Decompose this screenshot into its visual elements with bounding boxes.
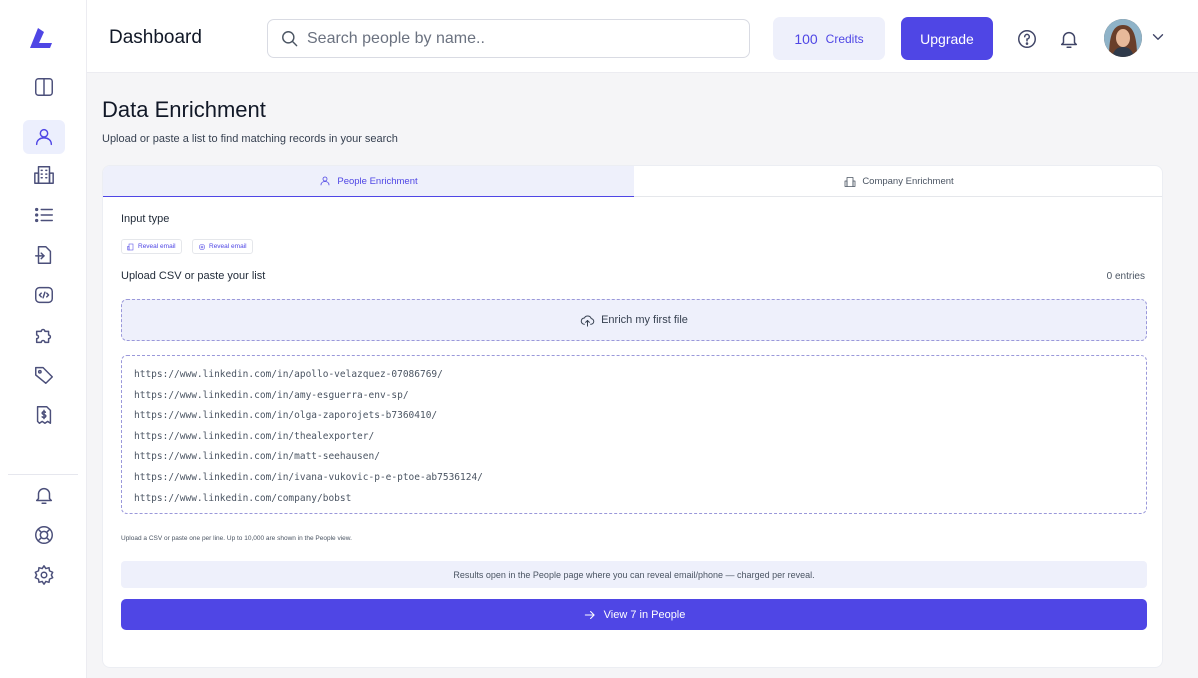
puzzle-icon [35, 328, 52, 344]
support-icon [35, 526, 53, 544]
search-box[interactable] [267, 19, 750, 58]
sidebar-item-people[interactable] [23, 120, 65, 154]
sidebar-item-lists[interactable] [23, 198, 65, 232]
credits-value: 100 [794, 30, 818, 47]
chip-label: Reveal email [138, 243, 176, 250]
search-icon [282, 31, 298, 47]
sidebar-toggle-icon[interactable] [23, 70, 65, 104]
import-icon [35, 246, 52, 264]
entries-count: 0 entries [1106, 271, 1145, 282]
person-icon [320, 176, 330, 186]
person-icon [35, 128, 53, 146]
sidebar-item-integrations[interactable] [23, 318, 65, 352]
upload-button-label: Enrich my first file [601, 314, 688, 326]
page-title: Dashboard [109, 27, 202, 48]
reveal-email-chip[interactable]: Reveal email [192, 239, 253, 254]
list-line: https://www.linkedin.com/in/apollo-velaz… [134, 369, 443, 380]
tab-label: Company Enrichment [862, 176, 954, 187]
enrichment-card: People Enrichment Company Enrichment Inp… [102, 165, 1163, 668]
input-type-label: Input type [121, 213, 170, 225]
sidebar-item-support[interactable] [23, 518, 65, 552]
list-line: https://www.linkedin.com/in/ivana-vukovi… [134, 471, 483, 483]
sidebar-item-companies[interactable] [23, 158, 65, 192]
settings-icon [34, 565, 54, 585]
billing-icon [36, 406, 52, 424]
sidebar-item-import[interactable] [23, 238, 65, 272]
gear-icon [199, 243, 205, 250]
page-subheading: Upload or paste a list to find matching … [102, 133, 398, 145]
list-line: https://www.linkedin.com/in/amy-esguerra… [134, 389, 409, 401]
arrow-right-icon [584, 610, 595, 619]
help-icon[interactable] [1016, 28, 1038, 50]
tab-label: People Enrichment [337, 175, 418, 187]
bell-icon[interactable] [1058, 28, 1080, 50]
cloud-upload-icon [580, 315, 595, 327]
paste-list-textarea[interactable]: https://www.linkedin.com/in/apollo-velaz… [121, 355, 1147, 514]
upload-dropzone[interactable]: Enrich my first file [121, 299, 1147, 341]
building-icon [127, 243, 134, 250]
list-line: https://www.linkedin.com/in/matt-seehaus… [134, 451, 380, 463]
tab-people-enrichment[interactable]: People Enrichment [103, 166, 634, 197]
tab-bar: People Enrichment Company Enrichment [103, 166, 1162, 197]
info-banner: Results open in the People page where yo… [121, 561, 1147, 588]
chevron-down-icon[interactable] [1149, 28, 1167, 46]
page-heading: Data Enrichment [102, 97, 266, 122]
building-icon [844, 176, 856, 187]
sidebar-item-api[interactable] [23, 278, 65, 312]
sidebar-divider [8, 474, 78, 475]
view-button-label: View 7 in People [603, 608, 686, 621]
tab-company-enrichment[interactable]: Company Enrichment [634, 166, 1162, 197]
sidebar-item-notifications[interactable] [23, 478, 65, 512]
list-line: https://www.linkedin.com/in/olga-zaporoj… [134, 410, 438, 422]
brand-logo-icon[interactable] [27, 26, 53, 52]
code-icon [35, 286, 53, 304]
list-line: https://www.linkedin.com/in/thealexporte… [134, 430, 375, 442]
building-icon [34, 166, 54, 184]
main-content: Data Enrichment Upload or paste a list t… [87, 73, 1198, 678]
bell-icon [35, 487, 53, 504]
user-avatar[interactable] [1104, 19, 1142, 57]
top-header: Dashboard 100 Credits Upgrade [87, 0, 1198, 73]
sidebar-item-billing[interactable] [23, 398, 65, 432]
list-icon [35, 207, 53, 223]
chip-label: Reveal email [209, 243, 247, 250]
sidebar [0, 0, 87, 678]
upload-label: Upload CSV or paste your list [121, 270, 266, 282]
upload-hint: Upload a CSV or paste one per line. Up t… [121, 535, 352, 542]
credits-label: Credits [825, 31, 864, 46]
sidebar-item-settings[interactable] [23, 558, 65, 592]
credits-badge[interactable]: 100 Credits [773, 17, 885, 60]
upgrade-button[interactable]: Upgrade [901, 17, 993, 60]
list-line: https://www.linkedin.com/company/bobst [134, 492, 352, 504]
search-input[interactable] [307, 29, 727, 48]
reveal-email-chip[interactable]: Reveal email [121, 239, 182, 254]
view-in-people-button[interactable]: View 7 in People [121, 599, 1147, 630]
sidebar-item-tags[interactable] [23, 358, 65, 392]
tag-icon [35, 366, 53, 384]
